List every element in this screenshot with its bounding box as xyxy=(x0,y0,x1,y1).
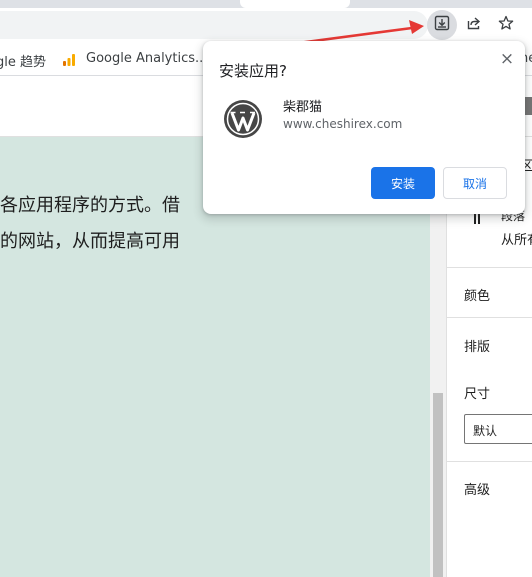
scrollbar-thumb[interactable] xyxy=(433,393,443,577)
advanced-panel-toggle[interactable]: 高级 xyxy=(464,479,490,498)
paragraph-line[interactable]: 各应用程序的方式。借 xyxy=(0,191,180,217)
dialog-title: 安装应用? xyxy=(219,62,287,80)
divider xyxy=(447,267,532,268)
paragraph-line[interactable]: 的网站，从而提高可用 xyxy=(0,227,180,253)
size-select[interactable]: 默认 xyxy=(464,414,532,444)
app-name: 柴郡猫 xyxy=(283,100,323,115)
size-label: 尺寸 xyxy=(464,387,491,402)
block-description: 从所有 xyxy=(501,233,532,248)
cancel-button[interactable]: 取消 xyxy=(443,167,507,199)
close-icon[interactable]: × xyxy=(497,49,517,69)
color-panel-toggle[interactable]: 颜色 xyxy=(464,285,490,304)
app-url: www.cheshirex.com xyxy=(283,117,403,131)
install-button[interactable]: 安装 xyxy=(371,167,435,199)
typography-panel-toggle[interactable]: 排版 xyxy=(464,336,490,355)
install-app-dialog: 安装应用? × 柴郡猫 www.cheshirex.com 安装 取消 xyxy=(203,41,525,214)
divider xyxy=(447,317,532,318)
divider xyxy=(447,461,532,462)
wordpress-icon xyxy=(223,99,263,143)
